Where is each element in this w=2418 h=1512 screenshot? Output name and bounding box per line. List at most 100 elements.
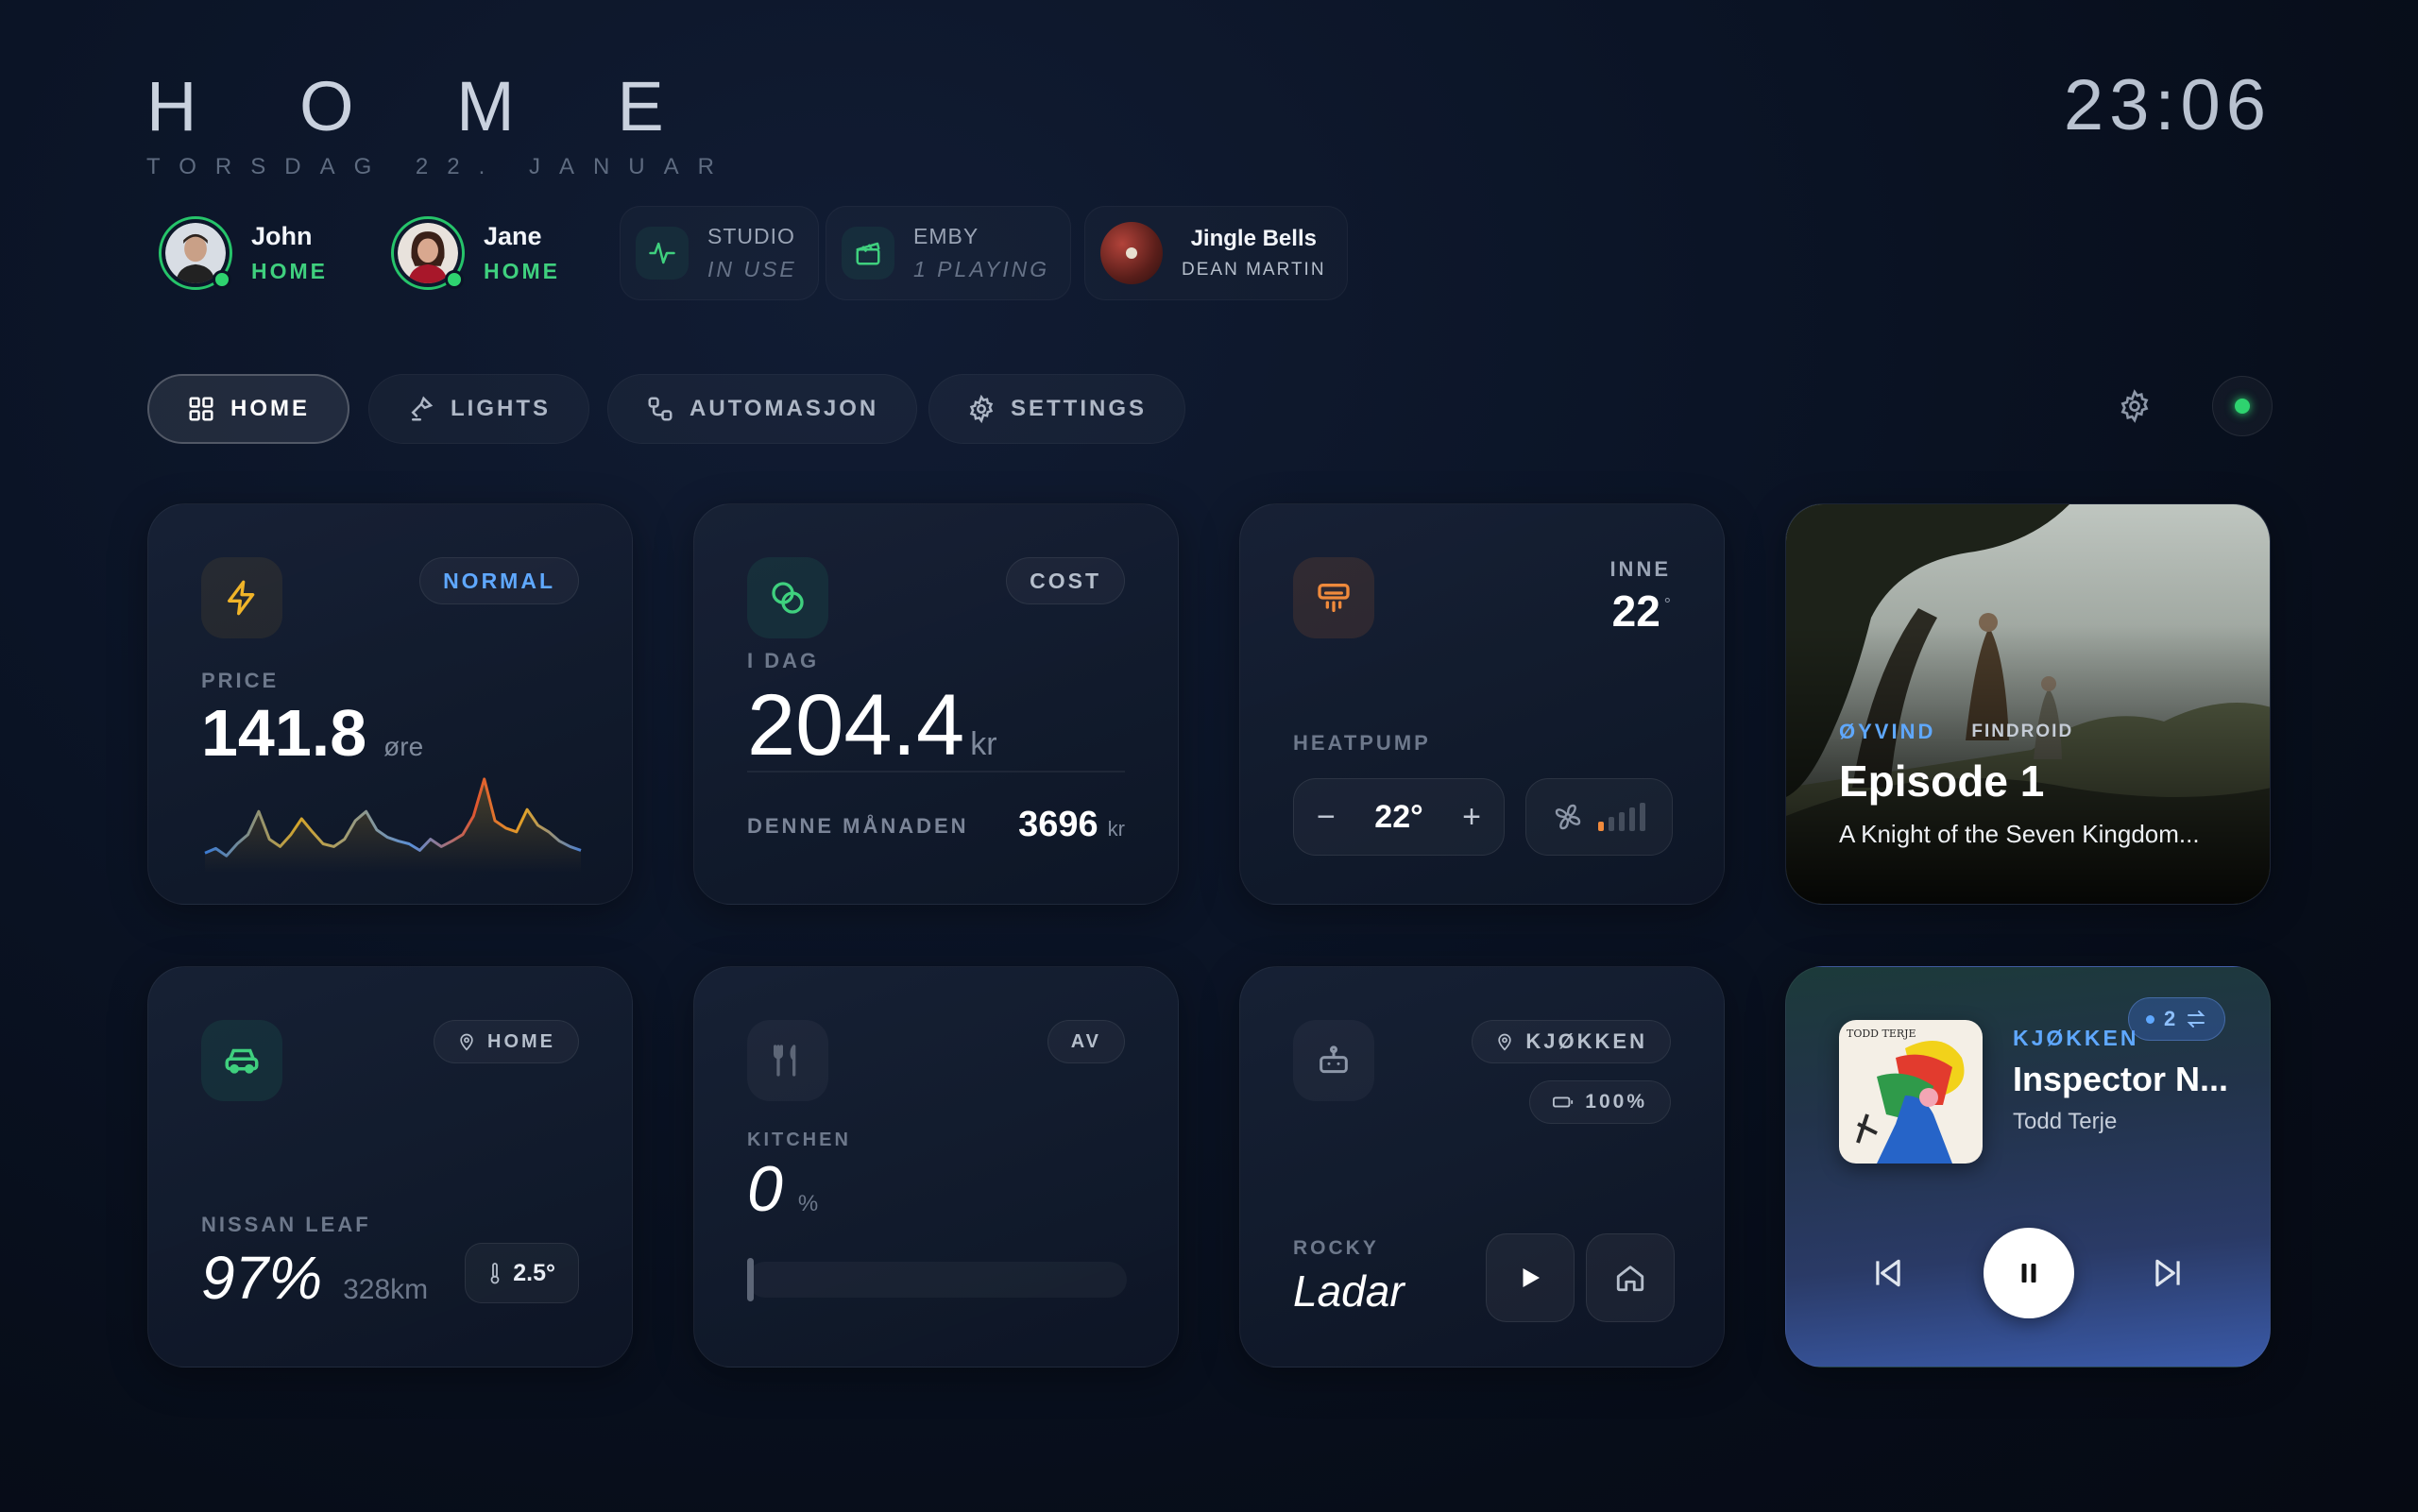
- play-icon: [1523, 1268, 1540, 1287]
- inside-temperature: 22: [1611, 586, 1660, 636]
- emby-status: 1 PLAYING: [913, 257, 1050, 281]
- price-unit: øre: [383, 732, 424, 761]
- emby-label: EMBY: [913, 224, 979, 248]
- album-thumbnail: [1100, 222, 1163, 284]
- cost-today-label: I DAG: [747, 649, 820, 672]
- music-artist: DEAN MARTIN: [1182, 260, 1326, 280]
- presence-chip-jane[interactable]: Jane HOME: [380, 206, 581, 300]
- inside-label: INNE: [1609, 557, 1671, 581]
- fan-speed-button[interactable]: [1525, 778, 1673, 856]
- car-location: HOME: [487, 1030, 555, 1052]
- episode-title: Episode 1: [1839, 756, 2045, 806]
- price-sparkline-chart: [204, 777, 582, 873]
- studio-label: STUDIO: [707, 224, 795, 248]
- tab-settings[interactable]: SETTINGS: [928, 374, 1186, 444]
- settings-button[interactable]: [2104, 376, 2165, 436]
- gear-icon: [2120, 389, 2149, 423]
- gear-icon: [969, 395, 994, 423]
- divider: [747, 771, 1125, 773]
- heatpump-card[interactable]: INNE 22 ° HEATPUMP − 22° +: [1239, 503, 1725, 905]
- skip-back-icon: [1876, 1259, 1900, 1287]
- robot-room-badge: KJØKKEN: [1472, 1020, 1671, 1063]
- robot-vacuum-card[interactable]: KJØKKEN 100% ROCKY Ladar: [1239, 966, 1725, 1368]
- page-title: H O M E: [146, 67, 706, 145]
- episode-card[interactable]: ØYVIND FINDROID Episode 1 A Knight of th…: [1785, 503, 2271, 905]
- car-temperature: 2.5°: [513, 1259, 555, 1286]
- kitchen-card[interactable]: AV KITCHEN 0 %: [693, 966, 1179, 1368]
- price-label: PRICE: [201, 669, 280, 692]
- car-battery: 97%: [201, 1244, 323, 1312]
- robot-battery-badge: 100%: [1529, 1080, 1671, 1124]
- robot-status: Ladar: [1293, 1266, 1405, 1316]
- tab-label: AUTOMASJON: [690, 396, 879, 421]
- speaker-group-badge[interactable]: 2: [2128, 997, 2226, 1041]
- cost-month-unit: kr: [1107, 817, 1125, 841]
- episode-user: ØYVIND: [1839, 720, 1936, 743]
- cost-today-value: 204.4: [747, 677, 965, 773]
- activity-icon: [636, 227, 689, 280]
- tab-label: LIGHTS: [451, 396, 551, 421]
- car-card[interactable]: HOME NISSAN LEAF 97% 328km 2.5°: [147, 966, 633, 1368]
- next-track-button[interactable]: [2147, 1252, 2188, 1294]
- temperature-stepper[interactable]: − 22° +: [1293, 778, 1505, 856]
- cost-card[interactable]: COST I DAG 204.4 kr DENNE MÅNADEN 3696 k…: [693, 503, 1179, 905]
- kitchen-unit: %: [797, 1191, 819, 1216]
- price-level-badge: NORMAL: [419, 557, 579, 604]
- studio-chip[interactable]: STUDIO IN USE: [620, 206, 819, 300]
- episode-client: FINDROID: [1971, 722, 2074, 741]
- car-range: 328km: [343, 1274, 429, 1305]
- tab-home[interactable]: HOME: [147, 374, 349, 444]
- battery-icon: [1553, 1096, 1574, 1108]
- location-pin-icon: [1498, 1033, 1512, 1051]
- cost-month-label: DENNE MÅNADEN: [747, 814, 969, 838]
- avatar: [159, 216, 232, 290]
- car-label: NISSAN LEAF: [201, 1213, 371, 1236]
- studio-status: IN USE: [707, 257, 797, 281]
- presence-status: HOME: [484, 259, 560, 283]
- price-value: 141.8: [201, 696, 367, 770]
- brightness-slider[interactable]: [747, 1258, 1127, 1301]
- grid-icon: [189, 397, 213, 421]
- slider-handle[interactable]: [747, 1258, 754, 1301]
- episode-subtitle: A Knight of the Seven Kingdom...: [1839, 820, 2200, 848]
- flow-icon: [648, 397, 673, 421]
- plus-icon[interactable]: +: [1462, 799, 1481, 836]
- setpoint-value: 22°: [1374, 798, 1423, 835]
- fan-icon: [1555, 804, 1581, 830]
- price-card[interactable]: NORMAL PRICE 141.8 øre: [147, 503, 633, 905]
- kitchen-label: KITCHEN: [747, 1130, 851, 1150]
- presence-chip-john[interactable]: John HOME: [147, 206, 349, 300]
- sparkline-area: [205, 778, 581, 873]
- pause-button[interactable]: [1984, 1228, 2074, 1318]
- music-card[interactable]: TODD TERJE KJØKKEN 2 Inspector N... Todd…: [1785, 966, 2271, 1368]
- album-art: TODD TERJE: [1839, 1020, 1983, 1164]
- connection-status-button[interactable]: [2212, 376, 2273, 436]
- utensils-icon: [747, 1020, 828, 1101]
- previous-track-button[interactable]: [1867, 1252, 1909, 1294]
- robot-room: KJØKKEN: [1525, 1029, 1647, 1053]
- online-indicator: [445, 270, 464, 289]
- music-room: KJØKKEN: [2013, 1026, 2139, 1050]
- lamp-icon: [411, 396, 434, 421]
- clapperboard-icon: [842, 227, 894, 280]
- tab-label: HOME: [230, 396, 310, 421]
- coins-icon: [747, 557, 828, 638]
- tab-lights[interactable]: LIGHTS: [368, 374, 589, 444]
- robot-dock-button[interactable]: [1586, 1233, 1675, 1322]
- music-chip[interactable]: Jingle Bells DEAN MARTIN: [1084, 206, 1348, 300]
- minus-icon[interactable]: −: [1317, 799, 1336, 836]
- heatpump-label: HEATPUMP: [1293, 731, 1431, 755]
- car-icon: [201, 1020, 282, 1101]
- location-pin-icon: [460, 1033, 473, 1051]
- tab-automasjon[interactable]: AUTOMASJON: [607, 374, 918, 444]
- pause-icon: [2021, 1264, 2036, 1283]
- robot-start-button[interactable]: [1486, 1233, 1575, 1322]
- avatar: [391, 216, 465, 290]
- home-icon: [1616, 1266, 1644, 1292]
- robot-icon: [1293, 1020, 1374, 1101]
- emby-chip[interactable]: EMBY 1 PLAYING: [826, 206, 1072, 300]
- cost-month-value: 3696: [1018, 805, 1098, 844]
- kitchen-value: 0: [747, 1153, 783, 1225]
- status-dot-icon: [2235, 399, 2250, 414]
- speaker-group-count: 2: [2164, 1007, 2176, 1030]
